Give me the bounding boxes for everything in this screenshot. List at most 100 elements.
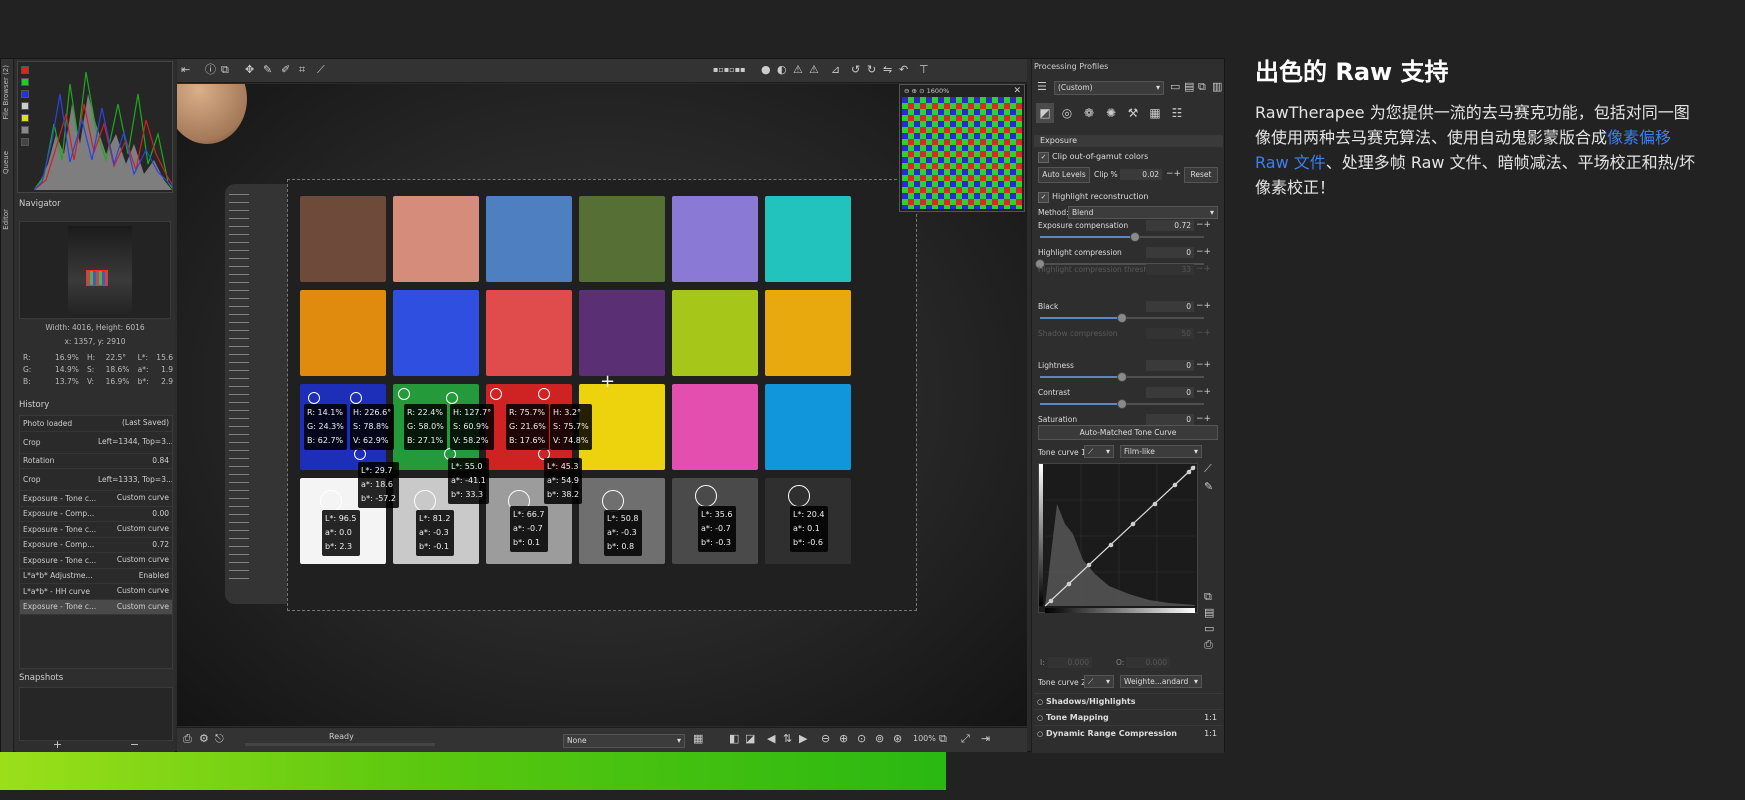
flip-icon[interactable]: ⇋: [883, 64, 892, 76]
picker-ring[interactable]: [788, 485, 810, 507]
curve-open-icon[interactable]: ▭: [1204, 623, 1214, 635]
dynamic-range-compression-section[interactable]: Dynamic Range Compression 1:1: [1034, 725, 1223, 742]
copy-profile-icon[interactable]: ⧉: [1198, 81, 1206, 93]
info-icon[interactable]: ⓘ: [205, 64, 216, 76]
hand-tool-icon[interactable]: ✥: [245, 64, 254, 76]
remove-snapshot-button[interactable]: −: [96, 739, 173, 751]
image-viewer[interactable]: R: 14.1% G: 24.3% B: 62.7% H: 226.6° S: 78.8…: [177, 84, 1027, 726]
chroma-button[interactable]: [21, 114, 29, 122]
method-select[interactable]: Blend: [1068, 206, 1218, 219]
slider-knob[interactable]: [1130, 232, 1141, 242]
luminance-button[interactable]: [21, 102, 29, 110]
history-row[interactable]: Crop Left=1333, Top=3... Width=983, Heigh…: [20, 469, 172, 491]
warning-icon[interactable]: ⚠: [809, 64, 819, 76]
zoom-fit-icon[interactable]: ⊙: [857, 733, 866, 745]
straighten-icon[interactable]: ⟋: [317, 64, 325, 76]
hide-right-panel-icon[interactable]: ⇥: [981, 733, 990, 745]
zoom-in-icon[interactable]: ⊕: [912, 87, 917, 95]
open-profile-icon[interactable]: ▭: [1170, 81, 1180, 93]
metadata-tab-icon[interactable]: ☷: [1168, 103, 1186, 123]
picker-ring[interactable]: [602, 490, 624, 512]
tone-curve-1-type-select[interactable]: ⟋: [1084, 445, 1114, 458]
curve-pick-icon[interactable]: ✎: [1204, 481, 1213, 493]
tab-queue[interactable]: Queue: [2, 151, 13, 174]
highlight-clip-icon[interactable]: ⚠: [793, 64, 803, 76]
history-row[interactable]: Exposure - Tone c... Custom curve: [20, 491, 172, 507]
picker-ring[interactable]: [695, 485, 717, 507]
shadows-clip-icon[interactable]: ◐: [777, 64, 787, 76]
profile-menu-icon[interactable]: ☰: [1037, 81, 1047, 93]
preview-mode-select[interactable]: None: [563, 734, 685, 748]
profile-select[interactable]: (Custom): [1054, 81, 1164, 95]
slider-value[interactable]: 33: [1146, 264, 1194, 275]
raw-histogram-button[interactable]: [21, 126, 29, 134]
external-editor-icon[interactable]: ⎋: [215, 733, 224, 745]
curve-output-value[interactable]: 0.000: [1126, 657, 1170, 668]
slider-value[interactable]: 0: [1146, 360, 1194, 371]
picker-ring[interactable]: [308, 392, 320, 404]
history-row[interactable]: Exposure - Tone c... Custom curve: [20, 599, 172, 615]
picker-ring[interactable]: [538, 388, 550, 400]
picker-ring[interactable]: [320, 490, 342, 512]
slider-track[interactable]: [1040, 313, 1204, 323]
slider-stepper[interactable]: −+: [1196, 220, 1211, 231]
slider-value[interactable]: 0: [1146, 414, 1194, 425]
picker-ring[interactable]: [350, 392, 362, 404]
slider-value[interactable]: 0: [1146, 247, 1194, 258]
new-detail-window-icon[interactable]: ⧉: [939, 733, 947, 745]
curve-edit-point-icon[interactable]: ⟋: [1204, 463, 1212, 475]
curve-copy-icon[interactable]: ⧉: [1204, 591, 1212, 603]
auto-levels-button[interactable]: Auto Levels: [1038, 167, 1090, 183]
tone-curve-2-mode-select[interactable]: Weighte...andard: [1120, 675, 1202, 688]
tone-mapping-section[interactable]: Tone Mapping 1:1: [1034, 709, 1223, 726]
picker-ring[interactable]: [446, 392, 458, 404]
distortion-icon[interactable]: ⊿: [831, 64, 840, 76]
close-icon[interactable]: ✕: [1013, 85, 1021, 97]
clip-stepper[interactable]: −+: [1166, 169, 1181, 180]
tab-file-browser[interactable]: File Browser (2): [2, 65, 13, 119]
hide-panel-icon[interactable]: ⇤: [181, 64, 190, 76]
history-row[interactable]: Photo loaded (Last Saved): [20, 416, 172, 432]
tone-curve-1-mode-select[interactable]: Film-like: [1120, 445, 1202, 458]
picker-ring[interactable]: [490, 388, 502, 400]
fullscreen-icon[interactable]: ⤢: [961, 733, 970, 745]
history-row[interactable]: L*a*b* - HH curve Custom curve: [20, 584, 172, 600]
clip-value[interactable]: 0.02: [1120, 169, 1162, 180]
exposure-tab-icon[interactable]: ◩: [1036, 103, 1054, 123]
queue-icon[interactable]: ⚙: [199, 733, 209, 745]
top-panel-icon[interactable]: ⊤: [919, 64, 929, 76]
history-row[interactable]: L*a*b* Adjustme... Enabled: [20, 569, 172, 584]
slider-value[interactable]: 0.72: [1146, 220, 1194, 231]
navigator-viewport-rect[interactable]: [86, 270, 108, 286]
zoom-out-icon[interactable]: ⊖: [821, 733, 830, 745]
zoom-100-icon[interactable]: ⊛: [893, 733, 902, 745]
bar-display-button[interactable]: [21, 138, 29, 146]
curve-save-icon[interactable]: ⎙: [1204, 639, 1213, 651]
green-channel-button[interactable]: [21, 78, 29, 86]
save-profile-icon[interactable]: ▤: [1184, 81, 1194, 93]
preview-channels-icon[interactable]: ▪▫▪▫▪▪: [713, 64, 746, 76]
slider-value[interactable]: 50: [1146, 328, 1194, 339]
before-after-icon[interactable]: ⧉: [221, 64, 229, 76]
zoom-fit-icon[interactable]: ⊙: [919, 87, 924, 95]
tab-editor[interactable]: Editor: [2, 209, 13, 230]
clip-out-of-gamut-checkbox[interactable]: Clip out-of-gamut colors: [1038, 152, 1148, 163]
tone-curve-editor[interactable]: [1038, 463, 1198, 613]
shadows-highlights-section[interactable]: Shadows/Highlights: [1034, 693, 1223, 710]
curve-input-value[interactable]: 0.000: [1048, 657, 1092, 668]
history-row[interactable]: Exposure - Tone c... Custom curve: [20, 522, 172, 538]
crop-icon[interactable]: ⌗: [299, 64, 305, 76]
undo-icon[interactable]: ↶: [899, 64, 908, 76]
transform-tab-icon[interactable]: ⚒: [1124, 103, 1142, 123]
paste-profile-icon[interactable]: ▥: [1212, 81, 1222, 93]
soft-proof-icon[interactable]: ◧: [729, 733, 739, 745]
slider-stepper[interactable]: −+: [1196, 301, 1211, 312]
color-profile-icon[interactable]: ▦: [693, 733, 703, 745]
add-snapshot-button[interactable]: +: [19, 739, 96, 751]
slider-track[interactable]: [1040, 232, 1204, 242]
slider-stepper[interactable]: −+: [1196, 247, 1211, 258]
color-picker-icon[interactable]: ✐: [281, 64, 290, 76]
exposure-section-header[interactable]: Exposure: [1034, 135, 1223, 147]
focus-mask-icon[interactable]: ●: [761, 64, 771, 76]
zoom-out-icon[interactable]: ⊖: [904, 87, 909, 95]
